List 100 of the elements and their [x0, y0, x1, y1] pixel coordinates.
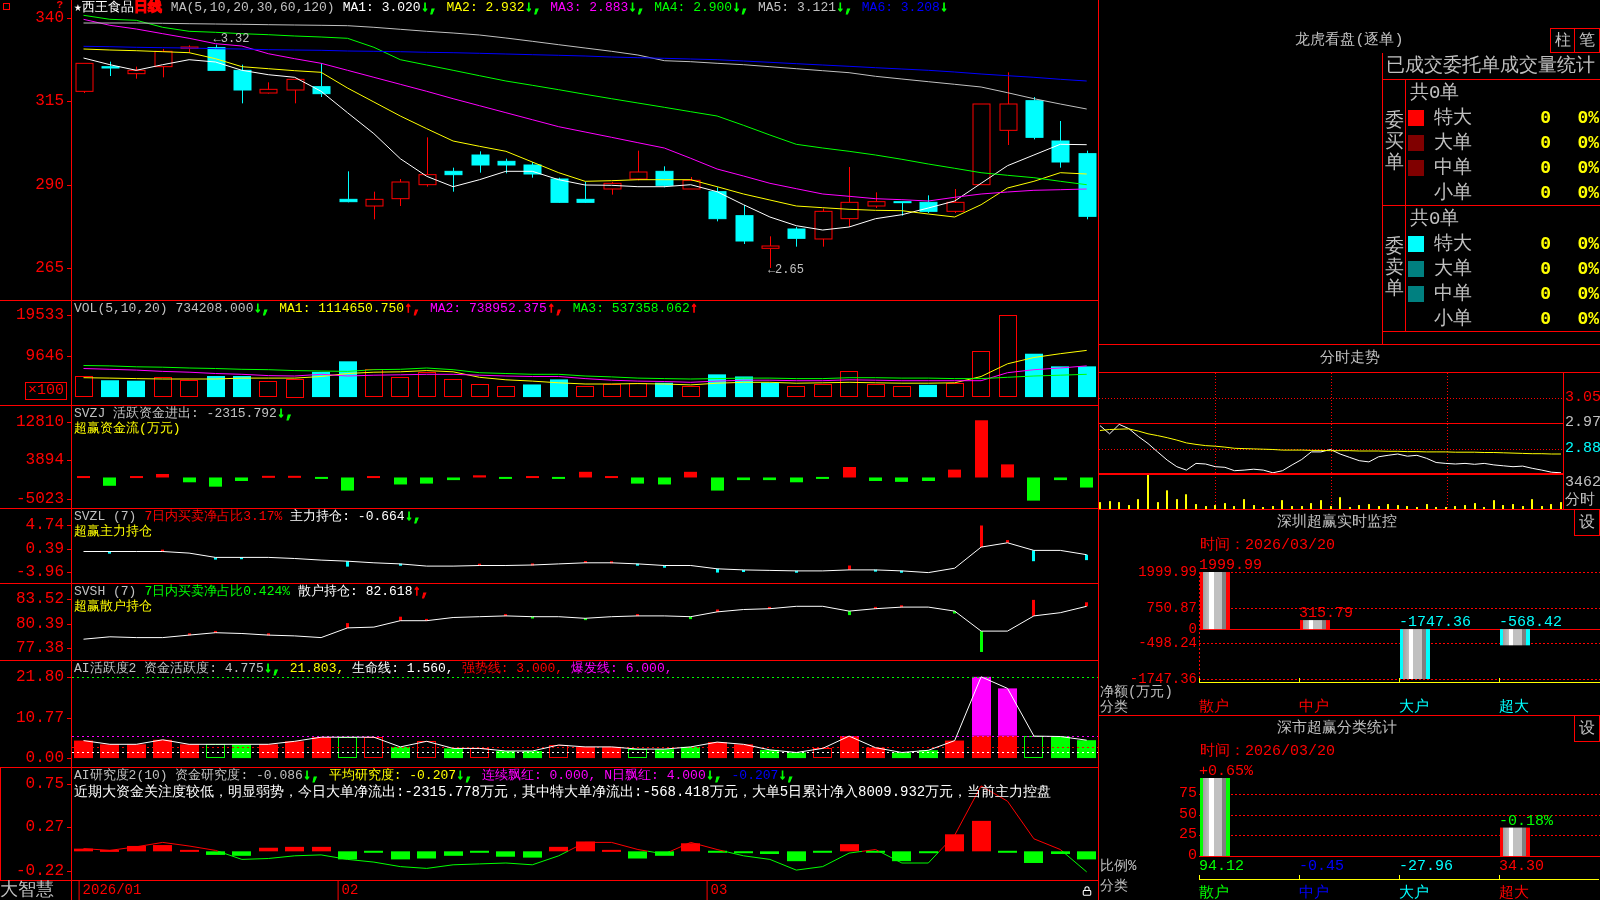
- value-label: -1747.36: [1399, 614, 1471, 632]
- indicator-text: ↓,: [404, 509, 423, 524]
- order-count: 0: [1540, 232, 1551, 255]
- indicator-text: ↓,: [732, 0, 750, 15]
- value-label: 1999.99: [1199, 557, 1262, 574]
- indicator-text: AI活跃度2 资金活跃度: 4.775: [74, 661, 264, 676]
- axis-label: 80.39: [16, 616, 64, 632]
- axis-label: -0.22: [16, 863, 64, 879]
- axis-label: 315: [35, 93, 64, 109]
- indicator-text: ↑,: [404, 301, 422, 316]
- indicator-text: 散户持仓: 82.618: [298, 584, 413, 599]
- category-label: 超大: [1499, 700, 1529, 715]
- indicator-text: 平均研究度: -0.207: [328, 768, 457, 783]
- indicator-text: MA2: 738952.375: [429, 301, 547, 316]
- category-label: 散户: [1199, 700, 1229, 715]
- axis-label: 3462: [1564, 474, 1600, 491]
- axis-label: -5023: [16, 491, 64, 507]
- indicator-text: MA1: 1114650.750: [279, 301, 405, 316]
- value-label: -0.45: [1299, 859, 1344, 875]
- category-label: 大户: [1399, 700, 1429, 715]
- indicator-text: ↓: [939, 0, 950, 15]
- order-share: 0%: [1577, 257, 1599, 280]
- value-label: -568.42: [1499, 614, 1562, 632]
- order-total: 共0单: [1410, 81, 1460, 104]
- indicator-text: -0.207: [731, 768, 779, 783]
- panel-title: 龙虎看盘(逐单): [1295, 31, 1404, 50]
- category-label: 中户: [1299, 700, 1329, 715]
- indicator-text: ↓,: [778, 768, 797, 783]
- table-title: 已成交委托单成交量统计: [1386, 54, 1595, 78]
- indicator-text: 7日内买卖净占比0.424%: [144, 584, 291, 599]
- axis-label: 0.27: [25, 819, 64, 835]
- date-text: 时间：2026/03/20: [1200, 743, 1335, 760]
- axis-label: 3894: [25, 452, 64, 468]
- axis-label: 340: [35, 10, 64, 26]
- order-size-label: 大单: [1434, 131, 1473, 154]
- indicator-text: 生命线: 1.560,: [352, 661, 454, 676]
- order-count: 0: [1540, 181, 1551, 204]
- indicator-text: 超赢散户持仓: [74, 599, 152, 614]
- price-annotation: ←3.32: [213, 31, 250, 46]
- axis-label: 77.38: [16, 640, 64, 656]
- indicator-text: ↓,: [524, 0, 543, 15]
- order-total: 共0单: [1410, 207, 1460, 230]
- axis-label: 2.97: [1565, 415, 1600, 431]
- axis-label: 50: [1179, 808, 1197, 822]
- order-size-label: 小单: [1434, 181, 1473, 204]
- date-label: 02: [337, 881, 359, 900]
- order-share: 0%: [1577, 181, 1599, 204]
- date-label: 2026/01: [78, 881, 142, 900]
- indicator-text: VOL(5,10,20) 734208.000: [74, 301, 254, 316]
- axis-label: -498.24: [1138, 636, 1197, 650]
- axis-label: 265: [35, 260, 64, 276]
- indicator-text: AI研究度2(10) 资金研究度: -0.086: [74, 768, 303, 783]
- brand-label: 大智慧: [0, 881, 54, 900]
- indicator-text: ↓,: [705, 768, 724, 783]
- indicator-text: 7日内买卖净占比3.17%: [144, 509, 283, 524]
- indicator-text: MA6: 3.208: [861, 0, 940, 15]
- axis-label: -1747.36: [1129, 672, 1197, 686]
- axis-label: 0.39: [25, 541, 64, 557]
- axis-label: 19533: [16, 307, 64, 323]
- indicator-text: N日飘红: 4.000: [604, 768, 706, 783]
- axis-label: 25: [1179, 828, 1197, 842]
- corner-mark: ?: [56, 0, 63, 10]
- axis-label: 750.87: [1146, 601, 1197, 615]
- value-label: 34.30: [1499, 859, 1544, 875]
- indicator-text: ↓,: [628, 0, 647, 15]
- order-count: 0: [1540, 257, 1551, 280]
- axis-title: 分类: [1099, 700, 1128, 715]
- indicator-text: 超赢资金流(万元): [74, 421, 181, 436]
- order-count: 0: [1540, 131, 1551, 154]
- side-label: 委买单: [1384, 111, 1404, 174]
- order-size-label: 大单: [1434, 257, 1473, 280]
- indicator-text: MA4: 2.900: [654, 0, 733, 15]
- indicator-text: 连续飘红: 0.000,: [481, 768, 597, 783]
- indicator-text: SVZL (7): [74, 509, 137, 524]
- order-count: 0: [1540, 307, 1551, 330]
- order-size-label: 特大: [1434, 106, 1473, 129]
- category-label: 超大: [1499, 885, 1529, 900]
- indicator-text: MA1: 3.020: [342, 0, 421, 15]
- category-label: 散户: [1199, 885, 1229, 900]
- order-count: 0: [1540, 156, 1551, 179]
- indicator-text: ↓,: [836, 0, 854, 15]
- order-share: 0%: [1577, 282, 1599, 305]
- indicator-text: ↓,: [420, 0, 439, 15]
- indicator-text: ★西王食品: [74, 0, 134, 15]
- axis-label: 0.75: [25, 776, 64, 792]
- axis-label: 83.52: [16, 591, 64, 607]
- axis-label: 2.88: [1565, 441, 1600, 457]
- indicator-text: ↓,: [253, 301, 272, 316]
- axis-label: 290: [35, 177, 64, 193]
- indicator-text: MA2: 2.932: [446, 0, 525, 15]
- axis-title: 分时: [1564, 492, 1596, 509]
- axis-label: 0: [1188, 849, 1197, 863]
- order-size-label: 中单: [1434, 282, 1473, 305]
- indicator-text: MA5: 3.121: [757, 0, 836, 15]
- price-annotation: ←2.65: [767, 263, 804, 277]
- indicator-text: SVSH (7): [74, 584, 137, 599]
- axis-label: 3.05: [1565, 390, 1600, 406]
- panel-title: 深圳超赢实时监控: [1276, 514, 1397, 532]
- unit-label: ×100: [25, 382, 67, 400]
- order-share: 0%: [1577, 131, 1599, 154]
